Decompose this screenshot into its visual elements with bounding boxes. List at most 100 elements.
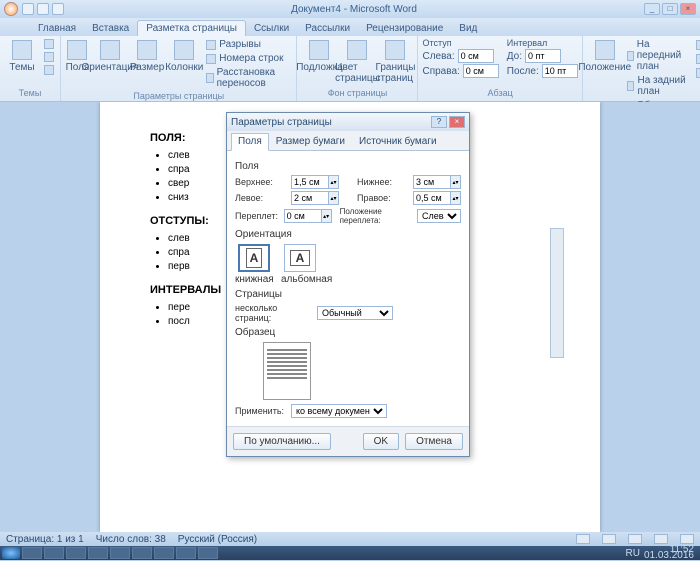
spinner-icon[interactable]: ▴▾ — [451, 175, 461, 189]
dialog-body: Поля Верхнее: ▴▾ Нижнее: ▴▾ Левое: ▴▾ Пр… — [227, 151, 469, 426]
spinner-icon[interactable]: ▴▾ — [451, 191, 461, 205]
status-language[interactable]: Русский (Россия) — [178, 534, 257, 545]
margin-left-input[interactable] — [291, 191, 329, 205]
apply-to-select[interactable]: ко всему документу — [291, 404, 387, 418]
dialog-tab-fields[interactable]: Поля — [231, 133, 269, 151]
margin-bottom-input[interactable] — [413, 175, 451, 189]
watermark-button[interactable]: Подложка — [301, 38, 337, 84]
tray-lang[interactable]: RU — [625, 548, 639, 559]
group-paragraph: Отступ Слева: Справа: Интервал До: После… — [418, 36, 582, 101]
theme-colors-icon[interactable] — [42, 38, 56, 50]
view-web-icon[interactable] — [628, 534, 642, 544]
taskbar-item[interactable] — [88, 547, 108, 559]
page-color-icon — [347, 40, 367, 60]
dialog-tabs: Поля Размер бумаги Источник бумаги — [227, 131, 469, 151]
scrollbar-vertical[interactable] — [550, 228, 564, 358]
spinner-icon[interactable]: ▴▾ — [329, 175, 339, 189]
qat-undo-icon[interactable] — [37, 3, 49, 15]
rotate-icon — [696, 68, 700, 78]
size-button[interactable]: Размер — [130, 38, 164, 84]
send-back-button[interactable]: На задний план — [625, 74, 692, 98]
tab-links[interactable]: Ссылки — [246, 21, 297, 36]
system-tray[interactable]: RU 11:52 01.03.2016 — [625, 547, 698, 559]
margin-right-input[interactable] — [413, 191, 451, 205]
orientation-landscape[interactable]: A альбомная — [281, 244, 319, 285]
tab-insert[interactable]: Вставка — [84, 21, 137, 36]
cancel-button[interactable]: Отмена — [405, 433, 463, 450]
columns-button[interactable]: Колонки — [166, 38, 202, 84]
dialog-titlebar: Параметры страницы ? × — [227, 113, 469, 131]
qat-save-icon[interactable] — [22, 3, 34, 15]
indent-right-input[interactable] — [463, 64, 499, 78]
view-outline-icon[interactable] — [654, 534, 668, 544]
page-color-button[interactable]: Цвет страницы — [339, 38, 375, 84]
margins-icon — [67, 40, 87, 60]
ribbon-tabs: Главная Вставка Разметка страницы Ссылки… — [0, 18, 700, 36]
spinner-icon[interactable]: ▴▾ — [329, 191, 339, 205]
view-draft-icon[interactable] — [680, 534, 694, 544]
tab-home[interactable]: Главная — [30, 21, 84, 36]
taskbar-item[interactable] — [22, 547, 42, 559]
window-controls: _ □ × — [644, 3, 696, 15]
spacing-after-input[interactable] — [542, 64, 578, 78]
dialog-close-button[interactable]: × — [449, 116, 465, 128]
minimize-button[interactable]: _ — [644, 3, 660, 15]
tab-page-layout[interactable]: Разметка страницы — [137, 20, 246, 36]
rotate-button[interactable]: Повернуть — [694, 66, 700, 79]
line-numbers-button[interactable]: Номера строк — [204, 52, 292, 65]
taskbar-item[interactable] — [66, 547, 86, 559]
breaks-button[interactable]: Разрывы — [204, 38, 292, 51]
dialog-tab-paper[interactable]: Размер бумаги — [269, 133, 352, 150]
align-button[interactable]: Выровнять — [694, 38, 700, 51]
taskbar-item[interactable] — [110, 547, 130, 559]
group-page-setup: Поля Ориентация Размер Колонки Разрывы Н… — [61, 36, 297, 101]
status-words[interactable]: Число слов: 38 — [96, 534, 166, 545]
theme-effects-icon[interactable] — [42, 64, 56, 76]
tab-view[interactable]: Вид — [451, 21, 485, 36]
orientation-button[interactable]: Ориентация — [92, 38, 128, 84]
dialog-tab-source[interactable]: Источник бумаги — [352, 133, 444, 150]
taskbar-item[interactable] — [154, 547, 174, 559]
spacing-before-input[interactable] — [525, 49, 561, 63]
spinner-icon[interactable]: ▴▾ — [322, 209, 332, 223]
send-back-icon — [627, 81, 635, 91]
indent-left-input[interactable] — [458, 49, 494, 63]
defaults-button[interactable]: По умолчанию... — [233, 433, 331, 450]
status-page[interactable]: Страница: 1 из 1 — [6, 534, 84, 545]
taskbar-item[interactable] — [176, 547, 196, 559]
position-icon — [595, 40, 615, 60]
dialog-help-button[interactable]: ? — [431, 116, 447, 128]
gutter-input[interactable] — [284, 209, 322, 223]
breaks-icon — [206, 40, 216, 50]
theme-fonts-icon[interactable] — [42, 51, 56, 63]
margin-top-input[interactable] — [291, 175, 329, 189]
margins-button[interactable]: Поля — [65, 38, 90, 84]
watermark-icon — [309, 40, 329, 60]
view-fullscreen-icon[interactable] — [602, 534, 616, 544]
taskbar-item[interactable] — [198, 547, 218, 559]
tray-date: 01.03.2016 — [644, 553, 694, 559]
bring-front-button[interactable]: На передний план — [625, 38, 692, 73]
office-button[interactable] — [4, 2, 18, 16]
orientation-portrait[interactable]: A книжная — [235, 244, 273, 285]
position-button[interactable]: Положение — [587, 38, 623, 84]
close-button[interactable]: × — [680, 3, 696, 15]
taskbar-item[interactable] — [44, 547, 64, 559]
taskbar-item[interactable] — [132, 547, 152, 559]
section-fields-label: Поля — [235, 161, 461, 172]
group-objects-button[interactable]: Группировать — [694, 52, 700, 65]
tab-mailings[interactable]: Рассылки — [297, 21, 358, 36]
taskbar: RU 11:52 01.03.2016 — [0, 546, 700, 560]
hyphenation-button[interactable]: Расстановка переносов — [204, 66, 292, 90]
group-page-background: Подложка Цвет страницы Границы страниц Ф… — [297, 36, 418, 101]
qat-redo-icon[interactable] — [52, 3, 64, 15]
ok-button[interactable]: OK — [363, 433, 399, 450]
multi-pages-select[interactable]: Обычный — [317, 306, 393, 320]
view-print-layout-icon[interactable] — [576, 534, 590, 544]
start-button[interactable] — [2, 547, 20, 559]
themes-button[interactable]: Темы — [4, 38, 40, 84]
page-borders-button[interactable]: Границы страниц — [377, 38, 413, 84]
tab-review[interactable]: Рецензирование — [358, 21, 451, 36]
maximize-button[interactable]: □ — [662, 3, 678, 15]
gutter-position-select[interactable]: Слева — [417, 209, 461, 223]
